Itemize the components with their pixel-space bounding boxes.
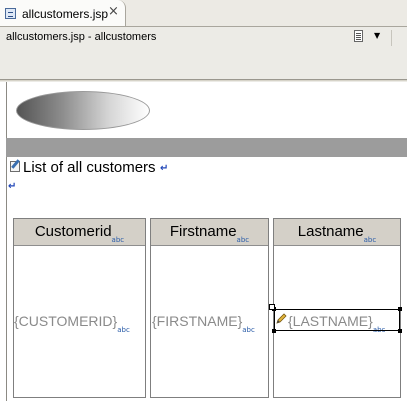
- column-header[interactable]: Lastnameabc: [274, 219, 400, 246]
- grey-band[interactable]: [6, 138, 407, 157]
- string-type-badge: abc: [117, 326, 130, 334]
- editor-tab-label: allcustomers.jsp: [22, 7, 109, 21]
- table-column-customerid[interactable]: Customeridabc {CUSTOMERID}abc: [13, 218, 146, 398]
- line-break-icon: ↵: [8, 181, 17, 192]
- gradient-oval-graphic[interactable]: [16, 91, 150, 130]
- string-type-badge: abc: [236, 236, 250, 244]
- toolbar-separator: [391, 30, 392, 46]
- selection-frame[interactable]: [272, 307, 402, 333]
- table-column-firstname[interactable]: Firstnameabc {FIRSTNAME}abc: [150, 218, 269, 398]
- column-header-label: Firstname: [169, 223, 237, 240]
- document-icon[interactable]: [354, 30, 363, 42]
- data-cell[interactable]: {CUSTOMERID}abc: [14, 313, 130, 334]
- data-cell[interactable]: {FIRSTNAME}abc: [152, 313, 255, 334]
- column-header[interactable]: Customeridabc: [14, 219, 145, 246]
- resize-handle[interactable]: [398, 307, 402, 311]
- resize-handle[interactable]: [398, 329, 402, 333]
- chevron-down-icon[interactable]: ▼: [374, 31, 380, 40]
- move-handle[interactable]: [269, 304, 275, 310]
- page-heading[interactable]: List of all customers: [23, 159, 156, 176]
- string-type-badge: abc: [242, 326, 255, 334]
- header-divider: [0, 79, 407, 81]
- editor-header-title: allcustomers.jsp - allcustomers: [6, 31, 157, 43]
- column-header[interactable]: Firstnameabc: [151, 219, 268, 246]
- string-type-badge: abc: [111, 236, 125, 244]
- column-header-label: Lastname: [297, 223, 364, 240]
- jsp-file-icon: [5, 8, 16, 19]
- table-column-lastname[interactable]: Lastnameabc {LASTNAME}abc: [273, 218, 401, 398]
- column-header-label: Customerid: [34, 223, 112, 240]
- edit-text-icon: [10, 161, 20, 172]
- resize-handle[interactable]: [272, 329, 276, 333]
- cell-binding: {CUSTOMERID}: [14, 313, 118, 329]
- cell-binding: {FIRSTNAME}: [152, 313, 243, 329]
- close-icon[interactable]: ×: [108, 5, 119, 19]
- line-break-icon: ↵: [160, 163, 169, 174]
- pencil-icon: [276, 313, 287, 324]
- string-type-badge: abc: [363, 236, 377, 244]
